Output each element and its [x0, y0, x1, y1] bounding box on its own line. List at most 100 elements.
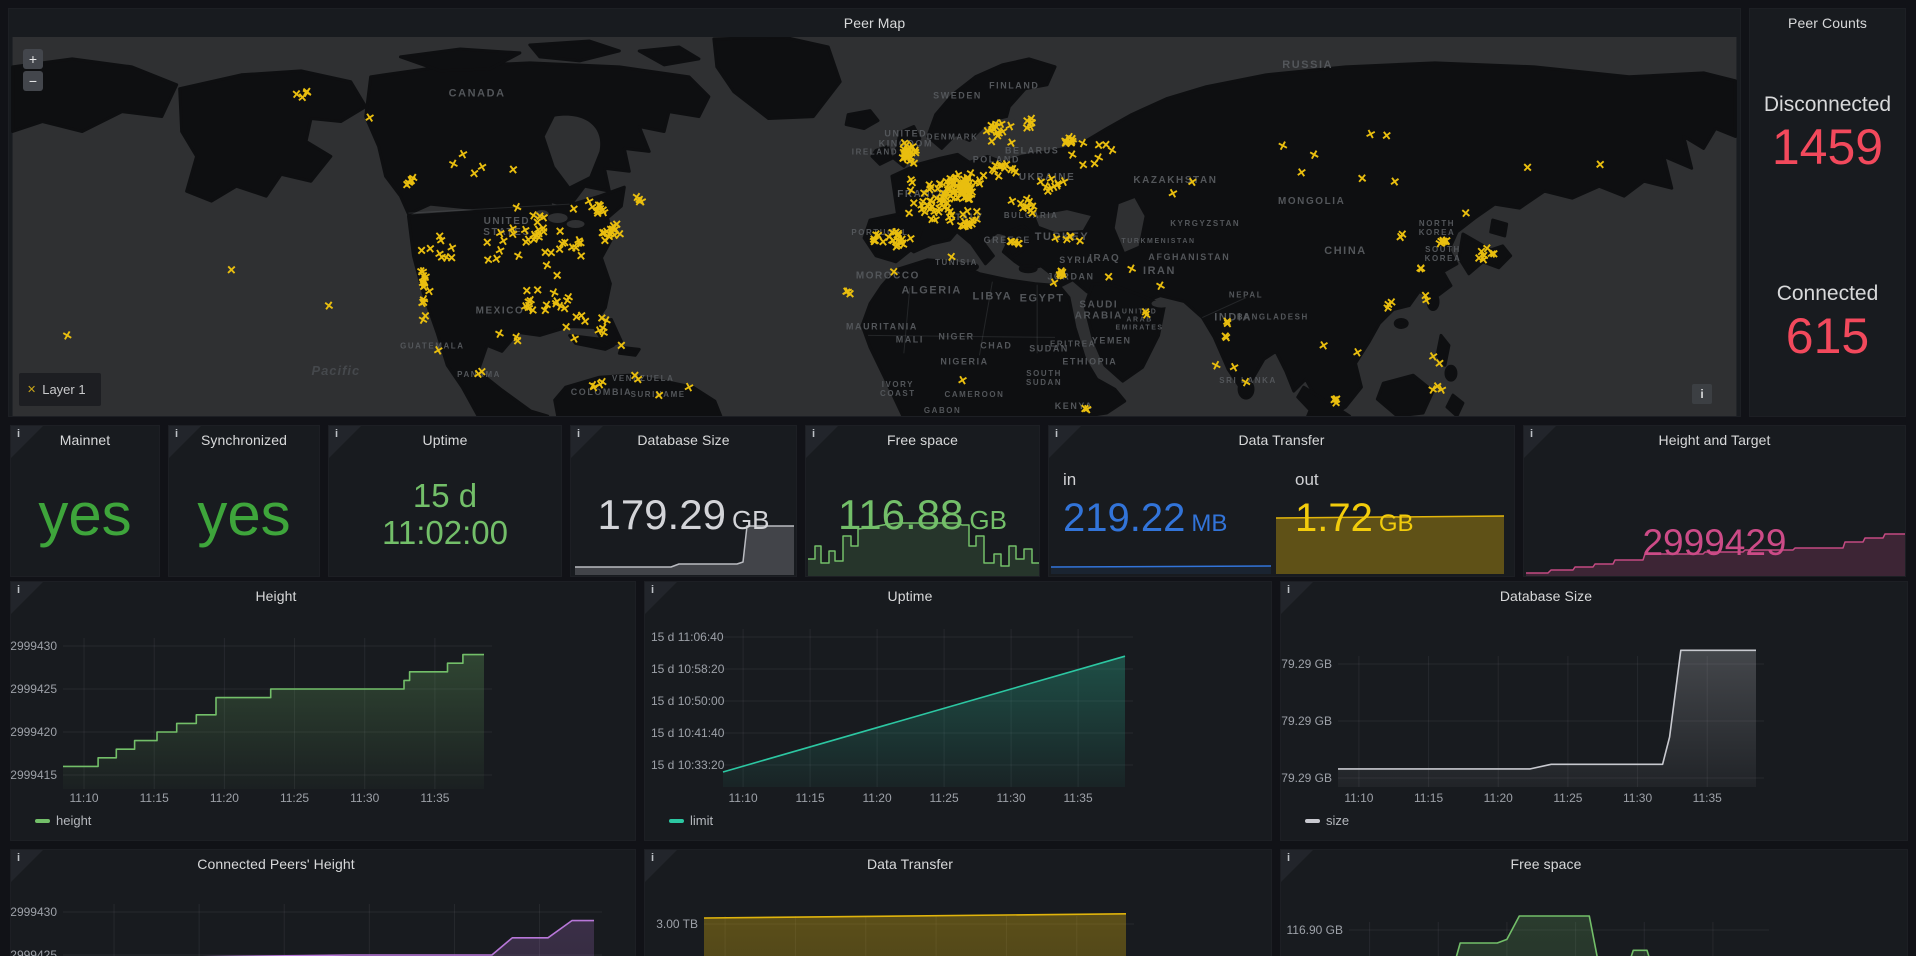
svg-text:IRAQ: IRAQ — [1089, 253, 1120, 264]
panel-info-icon[interactable]: i — [11, 426, 43, 458]
svg-text:limit: limit — [690, 813, 713, 828]
svg-text:15 d 10:41:40: 15 d 10:41:40 — [651, 726, 725, 740]
svg-text:BANGLADESH: BANGLADESH — [1237, 313, 1309, 322]
svg-text:RUSSIA: RUSSIA — [1282, 59, 1333, 71]
data-transfer-out: out 1.72 GB — [1295, 470, 1414, 541]
marker-x-icon: ✕ — [27, 383, 36, 396]
svg-text:11:25: 11:25 — [1553, 791, 1582, 805]
svg-text:MEXICO: MEXICO — [476, 306, 525, 317]
in-label: in — [1063, 470, 1227, 490]
svg-text:NIGERIA: NIGERIA — [940, 356, 988, 366]
free-space-chart-title[interactable]: Free space — [1281, 856, 1811, 872]
svg-text:MALI: MALI — [896, 334, 924, 344]
svg-text:179.29 GB: 179.29 GB — [1281, 657, 1332, 671]
uptime-stat-title[interactable]: Uptime — [329, 432, 561, 448]
height-target-title[interactable]: Height and Target — [1524, 432, 1905, 448]
connected-label: Connected — [1750, 282, 1905, 306]
svg-text:11:10: 11:10 — [729, 791, 758, 805]
map-zoom-in-button[interactable]: + — [23, 49, 43, 69]
panel-info-icon[interactable]: i — [571, 426, 603, 458]
svg-text:11:25: 11:25 — [280, 791, 309, 805]
svg-text:179.29 GB: 179.29 GB — [1281, 771, 1332, 785]
svg-text:11:30: 11:30 — [350, 791, 379, 805]
svg-text:MAURITANIA: MAURITANIA — [846, 321, 918, 331]
uptime-days: 15 d — [413, 478, 477, 515]
world-map[interactable]: RUSSIACANADAUNITEDSTATESMEXICOGUATEMALAP… — [9, 37, 1740, 416]
svg-text:size: size — [1326, 813, 1349, 828]
svg-text:KAZAKHSTAN: KAZAKHSTAN — [1133, 175, 1217, 186]
panel-data-transfer-stat: i Data Transfer in 219.22 MB out 1.72 GB — [1048, 425, 1515, 577]
layer-legend-label: Layer 1 — [42, 382, 85, 397]
out-unit: GB — [1379, 510, 1414, 538]
svg-text:11:15: 11:15 — [140, 791, 169, 805]
svg-text:11:35: 11:35 — [1693, 791, 1722, 805]
svg-text:3.00 TB: 3.00 TB — [656, 917, 698, 931]
svg-text:UKRAINE: UKRAINE — [1019, 172, 1075, 183]
disconnected-label: Disconnected — [1750, 93, 1905, 117]
height-chart-title[interactable]: Height — [11, 588, 541, 604]
data-transfer-chart-title[interactable]: Data Transfer — [645, 856, 1175, 872]
svg-text:GUATEMALA: GUATEMALA — [400, 341, 464, 350]
svg-text:GABON: GABON — [924, 406, 962, 415]
panel-peer-map: Peer Map — [8, 8, 1741, 417]
svg-text:SWEDEN: SWEDEN — [933, 91, 982, 101]
svg-text:2999415: 2999415 — [11, 768, 57, 782]
uptime-chart-title[interactable]: Uptime — [645, 588, 1175, 604]
out-label: out — [1295, 470, 1414, 490]
map-attribution-button[interactable]: i — [1692, 384, 1712, 404]
svg-text:11:20: 11:20 — [863, 791, 892, 805]
panel-connected-peers-height-chart: i Connected Peers' Height 29994302999425… — [10, 849, 636, 956]
connected-peers-height-title[interactable]: Connected Peers' Height — [11, 856, 541, 872]
synchronized-value: yes — [197, 488, 290, 542]
svg-text:YEMEN: YEMEN — [1092, 335, 1132, 345]
svg-text:CAMEROON: CAMEROON — [945, 390, 1005, 399]
svg-text:MONGOLIA: MONGOLIA — [1278, 196, 1345, 207]
disconnected-value: 1459 — [1750, 122, 1905, 172]
svg-text:JORDAN: JORDAN — [1047, 272, 1094, 282]
database-size-sparkline — [571, 426, 798, 578]
svg-text:CHAD: CHAD — [980, 340, 1012, 350]
panel-data-transfer-chart: i Data Transfer 3.00 TB11:1011:1511:2011… — [644, 849, 1272, 956]
svg-text:11:20: 11:20 — [1484, 791, 1513, 805]
peer-counts-title[interactable]: Peer Counts — [1750, 15, 1905, 31]
panel-info-icon[interactable]: i — [645, 582, 677, 614]
panel-info-icon[interactable]: i — [329, 426, 361, 458]
uptime-chart: 15 d 11:06:4015 d 10:58:2015 d 10:50:001… — [645, 582, 1271, 847]
panel-info-icon[interactable]: i — [1524, 426, 1556, 458]
svg-text:NORTHKOREA: NORTHKOREA — [1419, 219, 1456, 237]
svg-text:FINLAND: FINLAND — [989, 81, 1039, 91]
panel-info-icon[interactable]: i — [169, 426, 201, 458]
svg-text:2999430: 2999430 — [11, 639, 57, 653]
svg-text:EGYPT: EGYPT — [1020, 293, 1065, 305]
out-value: 1.72 — [1295, 496, 1373, 541]
panel-height-and-target: i Height and Target 2999429 — [1523, 425, 1906, 577]
svg-text:NIGER: NIGER — [938, 331, 974, 341]
map-layer-legend[interactable]: ✕ Layer 1 — [19, 373, 101, 406]
svg-text:SAUDIARABIA: SAUDIARABIA — [1075, 300, 1123, 322]
data-transfer-stat-title[interactable]: Data Transfer — [1049, 432, 1514, 448]
map-zoom-out-button[interactable]: − — [23, 71, 43, 91]
svg-text:15 d 10:50:00: 15 d 10:50:00 — [651, 694, 725, 708]
svg-text:ALGERIA: ALGERIA — [902, 285, 962, 297]
svg-text:11:30: 11:30 — [997, 791, 1026, 805]
panel-info-icon[interactable]: i — [11, 850, 43, 882]
svg-text:TUNISIA: TUNISIA — [935, 258, 978, 267]
panel-free-space-stat: i Free space 116.88 GB — [805, 425, 1040, 577]
height-target-value: 2999429 — [1524, 522, 1905, 564]
map-zoom-control: + − — [23, 49, 43, 93]
panel-info-icon[interactable]: i — [1281, 582, 1313, 614]
peer-map-title[interactable]: Peer Map — [9, 15, 1740, 31]
panel-info-icon[interactable]: i — [1049, 426, 1081, 458]
svg-text:179.29 GB: 179.29 GB — [1281, 714, 1332, 728]
panel-free-space-chart: i Free space 116.90 GB11:1011:1511:2011:… — [1280, 849, 1908, 956]
svg-text:DENMARK: DENMARK — [927, 132, 979, 141]
database-size-chart-title[interactable]: Database Size — [1281, 588, 1811, 604]
free-space-stat-title[interactable]: Free space — [806, 432, 1039, 448]
svg-text:SOUTHSUDAN: SOUTHSUDAN — [1026, 369, 1062, 387]
panel-info-icon[interactable]: i — [806, 426, 838, 458]
in-value: 219.22 — [1063, 496, 1185, 541]
database-size-stat-title[interactable]: Database Size — [571, 432, 796, 448]
panel-info-icon[interactable]: i — [11, 582, 43, 614]
panel-info-icon[interactable]: i — [645, 850, 677, 882]
panel-info-icon[interactable]: i — [1281, 850, 1313, 882]
